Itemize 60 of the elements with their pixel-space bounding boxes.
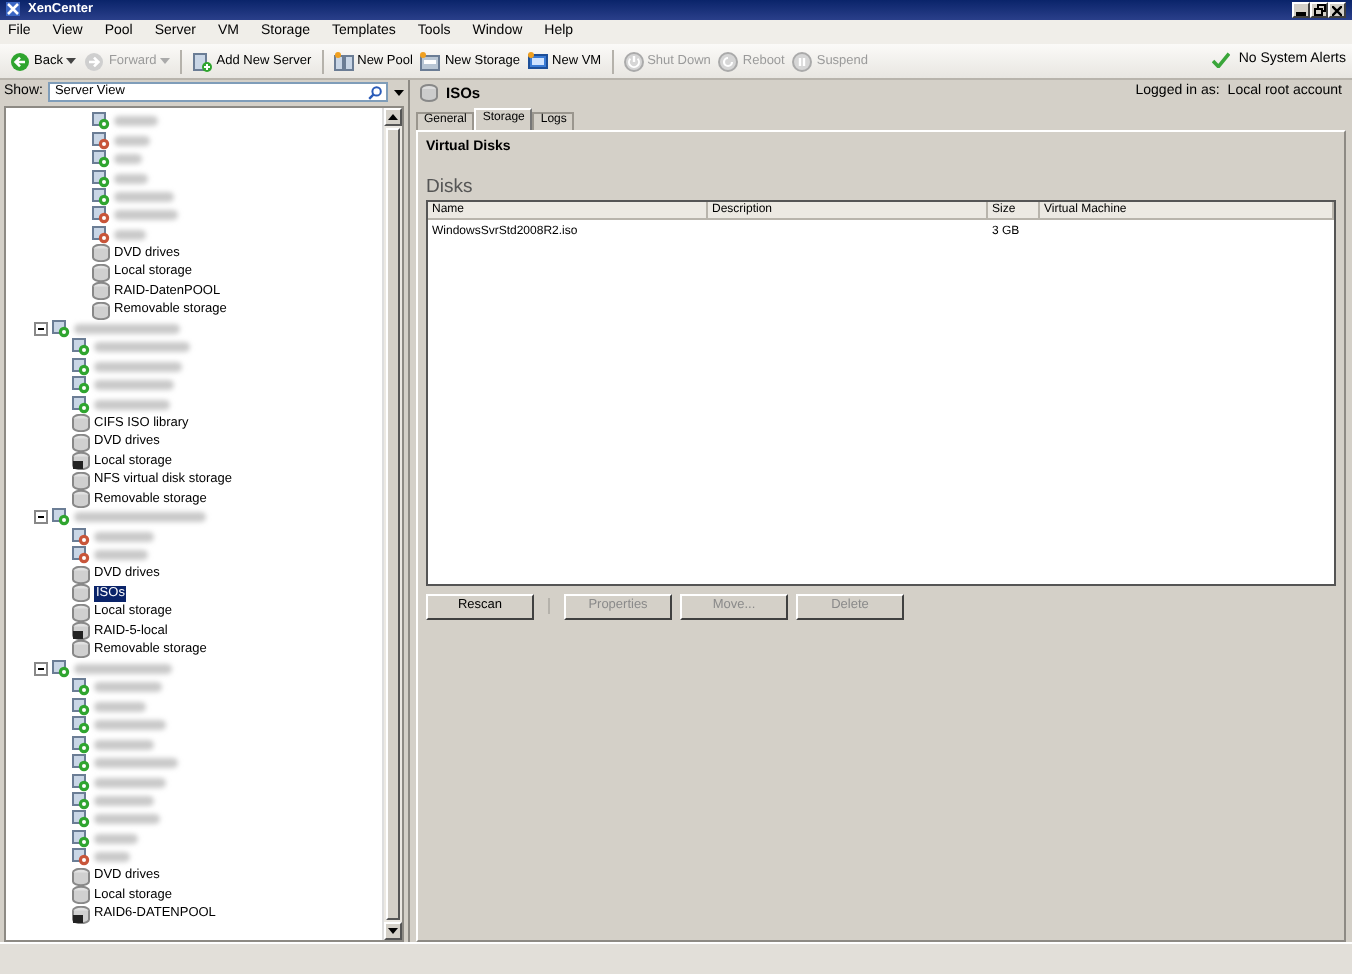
blurred-vm-name[interactable] (94, 361, 182, 372)
blurred-vm-name[interactable] (94, 758, 178, 769)
power-icon (623, 51, 644, 71)
back-arrow-icon (10, 51, 30, 71)
blurred-vm-name[interactable] (94, 833, 138, 844)
restore-button[interactable] (1310, 2, 1328, 18)
blurred-vm-name[interactable] (114, 210, 178, 221)
search-icon (368, 85, 382, 99)
close-button[interactable] (1328, 2, 1346, 18)
down-arrow-icon (388, 928, 398, 934)
minimize-icon (1296, 12, 1306, 16)
blurred-vm-name[interactable] (94, 342, 190, 353)
forward-arrow-icon (84, 51, 105, 71)
blurred-host-name[interactable] (74, 324, 180, 335)
blurred-vm-name[interactable] (114, 135, 150, 146)
running-vm-icon (52, 320, 70, 339)
blurred-vm-name[interactable] (94, 682, 162, 693)
app-icon (6, 2, 20, 17)
collapse-icon[interactable] (34, 510, 48, 525)
blurred-vm-name[interactable] (94, 399, 170, 410)
blurred-vm-name[interactable] (114, 191, 174, 202)
dropdown-caret-icon (66, 58, 77, 64)
monitor-icon (528, 51, 549, 71)
restore-icon (1313, 4, 1325, 16)
blurred-vm-name[interactable] (94, 739, 154, 750)
blurred-vm-name[interactable] (94, 380, 174, 391)
blurred-vm-name[interactable] (114, 154, 142, 165)
close-icon (1332, 5, 1342, 15)
scroll-up-button[interactable] (384, 108, 402, 126)
blurred-vm-name[interactable] (94, 852, 130, 863)
blurred-vm-name[interactable] (114, 229, 146, 240)
server-add-icon (192, 51, 213, 71)
blurred-vm-name[interactable] (94, 795, 154, 806)
blurred-vm-name[interactable] (94, 814, 160, 825)
blurred-vm-name[interactable] (94, 777, 166, 788)
servers-icon (333, 51, 354, 71)
blurred-vm-name[interactable] (114, 116, 158, 127)
blurred-vm-name[interactable] (94, 531, 154, 542)
collapse-icon[interactable] (34, 322, 48, 337)
scroll-down-button[interactable] (384, 922, 402, 940)
blurred-host-name[interactable] (74, 512, 206, 523)
blurred-host-name[interactable] (74, 663, 172, 674)
pause-icon (792, 51, 813, 71)
dropdown-caret-icon (160, 58, 171, 64)
blurred-vm-name[interactable] (94, 550, 148, 561)
minimize-button[interactable] (1292, 2, 1310, 18)
running-vm-icon (52, 659, 70, 678)
scroll-thumb[interactable] (386, 128, 400, 920)
blurred-vm-name[interactable] (94, 720, 166, 731)
collapse-icon[interactable] (34, 661, 48, 676)
scrollbar[interactable] (382, 108, 402, 940)
storage-icon (420, 51, 441, 71)
dropdown-caret-icon[interactable] (394, 89, 404, 95)
running-vm-icon (52, 508, 70, 527)
disks-heading: Disks (426, 176, 475, 200)
blurred-vm-name[interactable] (114, 173, 148, 184)
up-arrow-icon (388, 114, 398, 120)
check-icon (1212, 52, 1231, 69)
reboot-icon (718, 51, 739, 71)
blurred-vm-name[interactable] (94, 701, 146, 712)
